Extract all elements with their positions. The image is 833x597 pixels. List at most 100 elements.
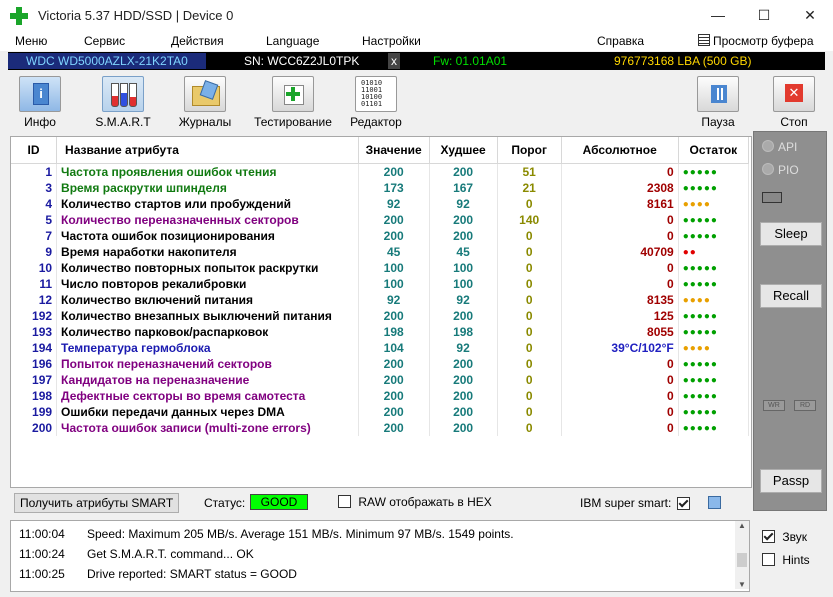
- api-radio[interactable]: API: [762, 140, 822, 154]
- hints-checkbox[interactable]: Hints: [762, 553, 810, 567]
- test-button[interactable]: Тестирование: [250, 76, 336, 129]
- attr-worst: 200: [429, 308, 498, 324]
- table-row[interactable]: 11 Число повторов рекалибровки 100 100 0 0 ●●●…: [11, 276, 750, 292]
- table-row[interactable]: 3 Время раскрутки шпинделя 173 167 21 2308 ●●●…: [11, 180, 750, 196]
- table-row[interactable]: 192 Количество внезапных выключений питан…: [11, 308, 750, 324]
- attr-worst: 200: [429, 212, 498, 228]
- attr-worst: 200: [429, 388, 498, 404]
- table-row[interactable]: 199 Ошибки передачи данных через DMA 200 20…: [11, 404, 750, 420]
- attr-id: 3: [11, 180, 58, 196]
- stop-button[interactable]: ✕ Стоп: [751, 76, 833, 129]
- pause-button[interactable]: Пауза: [675, 76, 761, 129]
- logs-button[interactable]: Журналы: [162, 76, 248, 129]
- attr-absolute: 40709: [561, 244, 679, 260]
- scroll-up-icon[interactable]: ▲: [735, 521, 749, 530]
- editor-button[interactable]: 01010 11001 10100 01101 Редактор: [333, 76, 419, 129]
- attr-value: 92: [358, 196, 430, 212]
- scroll-down-icon[interactable]: ▼: [735, 580, 749, 589]
- info-button[interactable]: i Инфо: [0, 76, 83, 129]
- raw-hex-label: RAW отображать в HEX: [358, 495, 492, 509]
- device-model[interactable]: WDC WD5000AZLX-21K2TA0: [8, 53, 206, 69]
- status-label: Статус:: [204, 496, 246, 510]
- table-row[interactable]: 12 Количество включений питания 92 92 0 8135 ●…: [11, 292, 750, 308]
- attr-value: 92: [358, 292, 430, 308]
- table-row[interactable]: 5 Количество переназначенных секторов 200 2…: [11, 212, 750, 228]
- buffer-view-label: Просмотр буфера: [713, 34, 814, 48]
- menu-settings[interactable]: Настройки: [362, 34, 421, 48]
- attr-value: 173: [358, 180, 430, 196]
- attr-name: Попыток переназначений секторов: [56, 356, 359, 372]
- table-row[interactable]: 4 Количество стартов или пробуждений 92 92 0…: [11, 196, 750, 212]
- smart-button[interactable]: S.M.A.R.T: [80, 76, 166, 129]
- wr-button[interactable]: WR: [763, 400, 785, 411]
- col-threshold[interactable]: Порог: [497, 137, 562, 164]
- maximize-button[interactable]: ☐: [741, 0, 787, 31]
- smart-table-body: 1 Частота проявления ошибок чтения 200 200 5…: [11, 163, 750, 436]
- attr-worst: 198: [429, 324, 498, 340]
- attr-value: 198: [358, 324, 430, 340]
- table-row[interactable]: 1 Частота проявления ошибок чтения 200 200 5…: [11, 163, 750, 180]
- side-panel: API PIO Sleep Recall WR RD Passp: [753, 131, 827, 511]
- close-button[interactable]: ✕: [787, 0, 833, 31]
- attr-id: 194: [11, 340, 58, 356]
- recall-button[interactable]: Recall: [760, 284, 822, 308]
- table-row[interactable]: 7 Частота ошибок позиционирования 200 200 0 0…: [11, 228, 750, 244]
- attr-health-dots: ●●: [678, 244, 750, 260]
- attr-id: 5: [11, 212, 58, 228]
- table-row[interactable]: 194 Температура гермоблока 104 92 0 39°C/102°…: [11, 340, 750, 356]
- menu-main[interactable]: Меню: [15, 34, 47, 48]
- col-worst[interactable]: Худшее: [429, 137, 498, 164]
- passp-button[interactable]: Passp: [760, 469, 822, 493]
- ibm-super-smart-checkbox[interactable]: [677, 497, 690, 510]
- attr-threshold: 0: [497, 244, 562, 260]
- minimize-button[interactable]: —: [695, 0, 741, 31]
- rd-button[interactable]: RD: [794, 400, 816, 411]
- menu-help[interactable]: Справка: [597, 34, 644, 48]
- raw-hex-checkbox[interactable]: RAW отображать в HEX: [338, 495, 492, 509]
- attr-id: 196: [11, 356, 58, 372]
- menu-service[interactable]: Сервис: [84, 34, 125, 48]
- sleep-button[interactable]: Sleep: [760, 222, 822, 246]
- menu-actions[interactable]: Действия: [171, 34, 224, 48]
- attr-name: Частота ошибок позиционирования: [56, 228, 359, 244]
- attr-threshold: 0: [497, 404, 562, 420]
- raw-hex-box: [338, 495, 351, 508]
- table-row[interactable]: 10 Количество повторных попыток раскрутки…: [11, 260, 750, 276]
- col-id[interactable]: ID: [11, 137, 58, 164]
- attr-worst: 200: [429, 356, 498, 372]
- table-row[interactable]: 200 Частота ошибок записи (multi-zone err…: [11, 420, 750, 436]
- attr-id: 7: [11, 228, 58, 244]
- menu-language[interactable]: Language: [266, 34, 319, 48]
- buffer-view-menu[interactable]: Просмотр буфера: [698, 34, 814, 48]
- attr-threshold: 0: [497, 356, 562, 372]
- attr-health-dots: ●●●●●: [678, 324, 750, 340]
- api-label: API: [778, 140, 798, 154]
- sound-checkbox[interactable]: Звук: [762, 530, 807, 544]
- col-value[interactable]: Значение: [358, 137, 430, 164]
- pio-radio[interactable]: PIO: [762, 163, 822, 177]
- table-row[interactable]: 198 Дефектные секторы во время самотеста 2…: [11, 388, 750, 404]
- attr-threshold: 0: [497, 324, 562, 340]
- attr-health-dots: ●●●●●: [678, 228, 750, 244]
- attr-name: Количество включений питания: [56, 292, 359, 308]
- attr-worst: 100: [429, 260, 498, 276]
- col-absolute[interactable]: Абсолютное: [561, 137, 679, 164]
- attr-absolute: 0: [561, 404, 679, 420]
- get-smart-button[interactable]: Получить атрибуты SMART: [14, 493, 180, 513]
- log-text: Get S.M.A.R.T. command... OK: [87, 547, 254, 561]
- table-row[interactable]: 193 Количество парковок/распарковок 198 198…: [11, 324, 750, 340]
- log-scrollbar[interactable]: ▲ ▼: [735, 521, 749, 589]
- table-row[interactable]: 197 Кандидатов на переназначение 200 200 0 0 ●…: [11, 372, 750, 388]
- attr-health-dots: ●●●●●: [678, 404, 750, 420]
- attr-worst: 200: [429, 228, 498, 244]
- table-row[interactable]: 196 Попыток переназначений секторов 200 200…: [11, 356, 750, 372]
- attr-worst: 200: [429, 420, 498, 436]
- device-close-x[interactable]: x: [388, 53, 400, 69]
- table-row[interactable]: 9 Время наработки накопителя 45 45 0 40709 ●●: [11, 244, 750, 260]
- col-remaining[interactable]: Остаток: [678, 137, 750, 164]
- col-name[interactable]: Название атрибута: [56, 137, 359, 164]
- scroll-thumb[interactable]: [737, 553, 747, 567]
- attr-health-dots: ●●●●●: [678, 163, 750, 180]
- attr-health-dots: ●●●●: [678, 340, 750, 356]
- color-swatch[interactable]: [708, 496, 721, 509]
